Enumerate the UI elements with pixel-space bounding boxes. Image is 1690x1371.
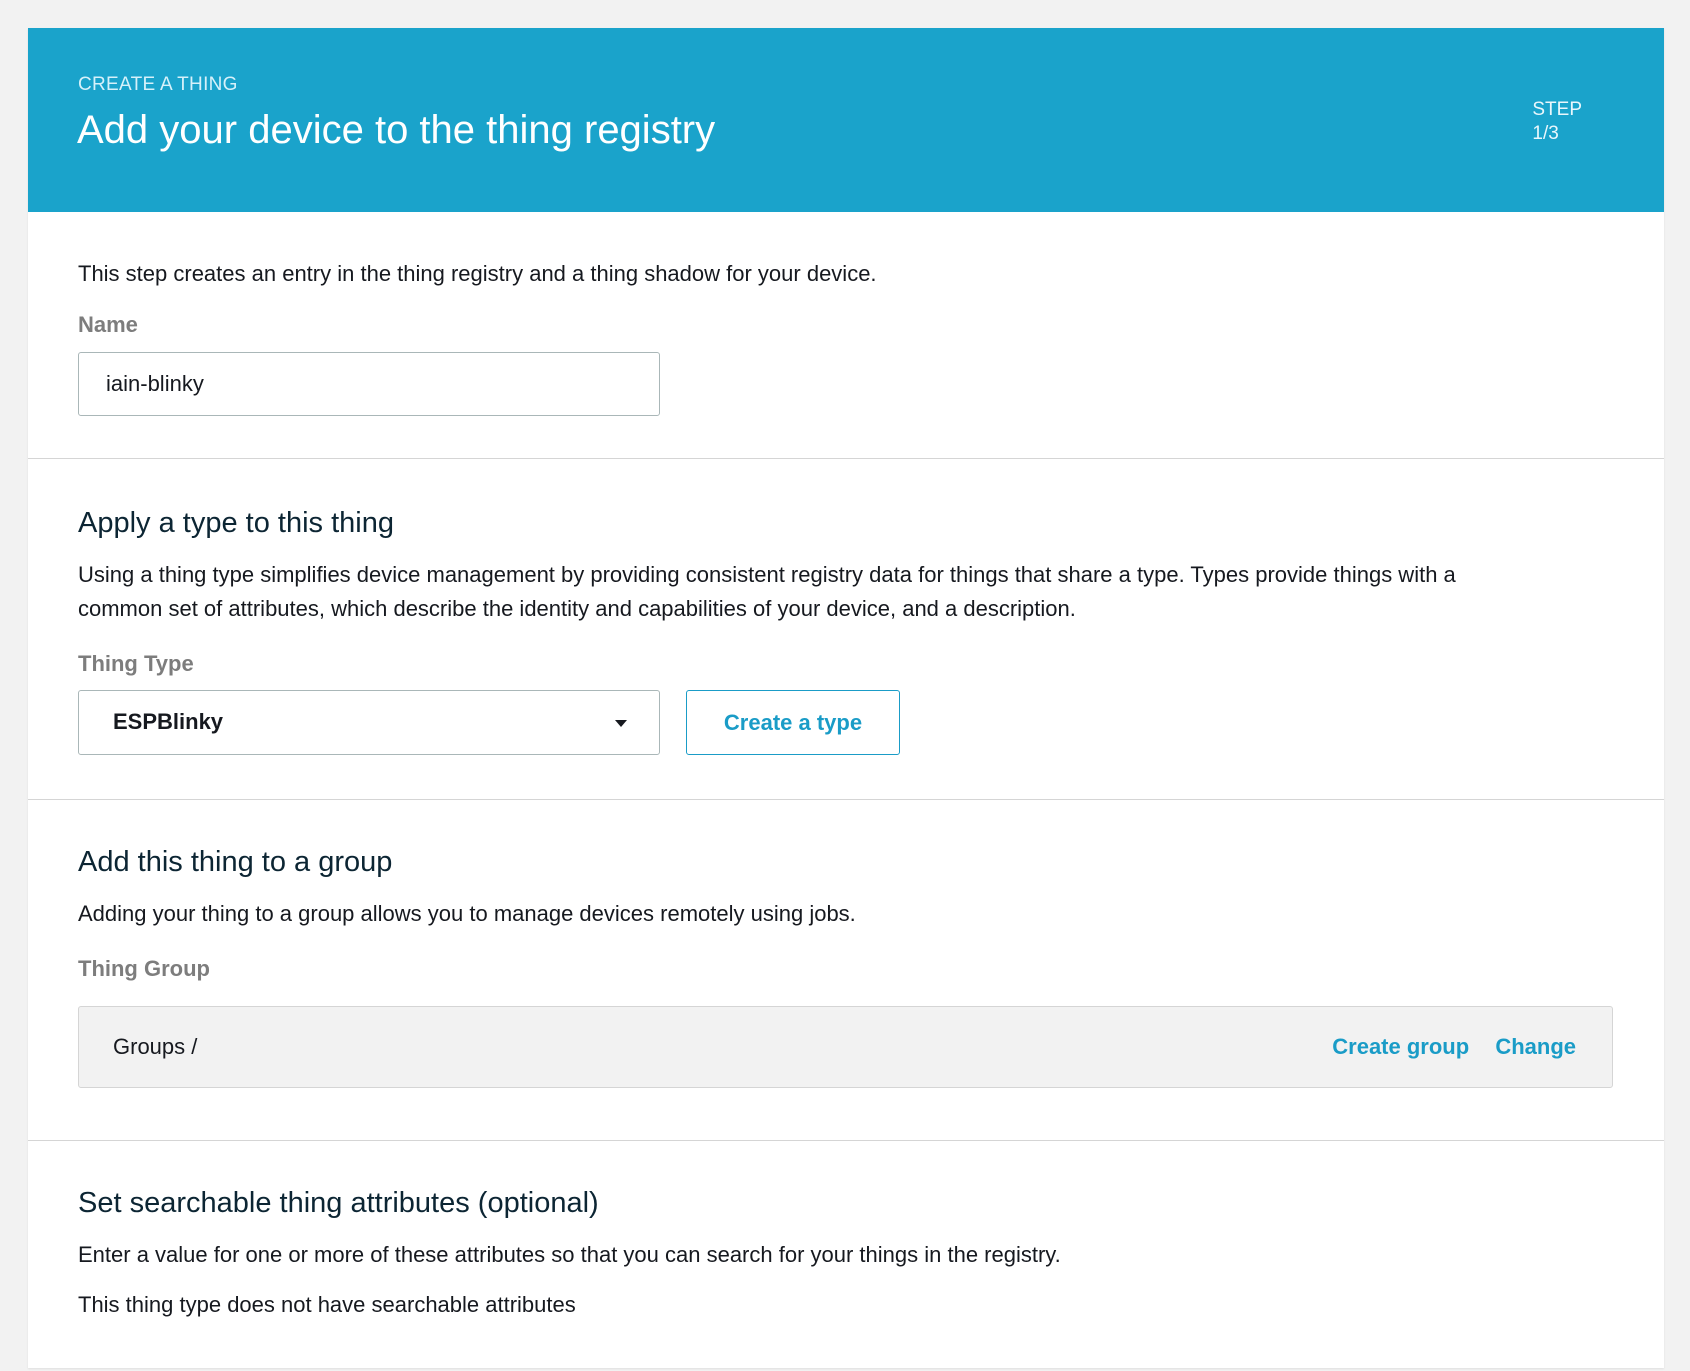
thing-type-select[interactable]: ESPBlinky bbox=[78, 690, 660, 755]
wizard-eyebrow: CREATE A THING bbox=[78, 74, 238, 95]
step-indicator: STEP 1/3 bbox=[1532, 98, 1582, 146]
create-group-link[interactable]: Create group bbox=[1332, 1034, 1469, 1059]
attributes-heading: Set searchable thing attributes (optiona… bbox=[78, 1187, 599, 1219]
thing-group-section: Add this thing to a group Adding your th… bbox=[28, 800, 1664, 1141]
attributes-description: Enter a value for one or more of these a… bbox=[78, 1242, 1061, 1267]
group-actions: Create group Change bbox=[1332, 1007, 1576, 1087]
thing-group-description: Adding your thing to a group allows you … bbox=[78, 901, 856, 926]
thing-type-description-line1: Using a thing type simplifies device man… bbox=[78, 562, 1456, 587]
step-value: 1/3 bbox=[1532, 123, 1559, 144]
change-group-link[interactable]: Change bbox=[1495, 1034, 1576, 1059]
thing-group-selector: Groups / Create group Change bbox=[78, 1006, 1613, 1088]
thing-type-label: Thing Type bbox=[78, 651, 194, 676]
chevron-down-icon bbox=[615, 720, 627, 727]
thing-type-selected-value: ESPBlinky bbox=[113, 709, 224, 734]
create-type-button[interactable]: Create a type bbox=[686, 690, 900, 755]
thing-group-label: Thing Group bbox=[78, 956, 210, 981]
thing-group-heading: Add this thing to a group bbox=[78, 846, 393, 878]
step-label: STEP bbox=[1532, 99, 1582, 120]
attributes-empty-message: This thing type does not have searchable… bbox=[78, 1292, 576, 1317]
group-breadcrumb: Groups / bbox=[113, 1034, 198, 1059]
thing-type-description: Using a thing type simplifies device man… bbox=[78, 558, 1618, 626]
registry-section: This step creates an entry in the thing … bbox=[28, 212, 1664, 459]
page-title: Add your device to the thing registry bbox=[77, 108, 716, 152]
registry-description: This step creates an entry in the thing … bbox=[78, 261, 877, 286]
thing-type-heading: Apply a type to this thing bbox=[78, 507, 394, 539]
name-input[interactable]: iain-blinky bbox=[78, 352, 660, 416]
thing-type-section: Apply a type to this thing Using a thing… bbox=[28, 459, 1664, 800]
wizard-header: CREATE A THING Add your device to the th… bbox=[28, 28, 1664, 212]
searchable-attributes-section: Set searchable thing attributes (optiona… bbox=[28, 1141, 1664, 1371]
name-label: Name bbox=[78, 312, 138, 337]
create-thing-card: CREATE A THING Add your device to the th… bbox=[28, 28, 1664, 1368]
thing-type-description-line2: common set of attributes, which describe… bbox=[78, 596, 1076, 621]
